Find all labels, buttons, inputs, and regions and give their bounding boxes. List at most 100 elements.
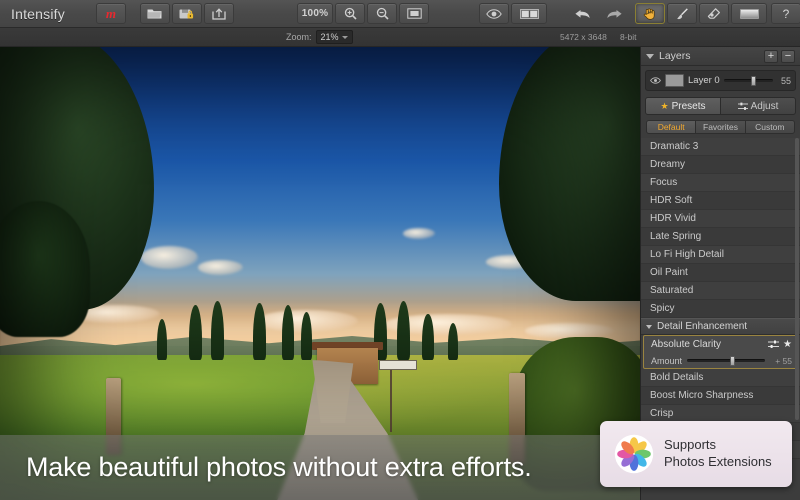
list-item[interactable]: Late Spring: [641, 228, 800, 246]
chevron-down-icon: [341, 35, 348, 39]
cloud: [140, 246, 199, 269]
list-item[interactable]: Dreamy: [641, 156, 800, 174]
tab-presets-label: Presets: [671, 100, 706, 112]
panel-scrollbar[interactable]: [795, 138, 799, 421]
eye-icon[interactable]: [650, 77, 661, 84]
intensify-app-window: Intensify m 100% ? Zoom: 21% 5472 x 3648…: [0, 0, 800, 500]
undo-arrow-icon: [574, 9, 590, 18]
tagline-overlay: Make beautiful photos without extra effo…: [0, 435, 640, 500]
save-image-button[interactable]: [171, 3, 202, 24]
slider-track: [687, 359, 765, 362]
file-actions-group: m: [95, 3, 235, 24]
fit-screen-icon: [406, 8, 422, 19]
section-title: Detail Enhancement: [657, 321, 748, 332]
list-item[interactable]: Bold Details: [641, 369, 800, 387]
folder-open-icon: [147, 9, 162, 18]
eraser-tool-button[interactable]: [699, 3, 729, 24]
section-header-detail-enhancement[interactable]: Detail Enhancement: [641, 318, 800, 335]
cypress-tree: [252, 302, 266, 360]
redo-button[interactable]: [599, 3, 629, 24]
gradient-tool-button[interactable]: [731, 3, 767, 24]
eraser-icon: [707, 7, 720, 19]
sliders-icon[interactable]: [768, 340, 780, 349]
help-group: ?: [770, 3, 800, 24]
fit-to-screen-button[interactable]: [399, 3, 429, 24]
signpost-board: [378, 360, 418, 371]
slider-knob[interactable]: [729, 355, 735, 366]
preset-tab-favorites[interactable]: Favorites: [696, 120, 746, 134]
favorite-star-icon[interactable]: ★: [783, 339, 792, 350]
zoom-out-icon: [376, 7, 389, 20]
bit-depth: 8-bit: [620, 32, 637, 42]
split-view-icon: [519, 8, 539, 19]
layer-thumbnail[interactable]: [665, 74, 684, 87]
photos-extension-banner: Supports Photos Extensions: [600, 421, 792, 487]
banner-line-2: Photos Extensions: [664, 454, 772, 469]
preset-tab-custom[interactable]: Custom: [745, 120, 795, 134]
adjustment-absolute-clarity[interactable]: Absolute Clarity ★ Amount + 55: [643, 335, 798, 369]
brand-logo-button[interactable]: m: [95, 3, 126, 24]
list-item[interactable]: HDR Vivid: [641, 210, 800, 228]
list-item[interactable]: Spicy: [641, 300, 800, 318]
zoom-value-dropdown[interactable]: 21%: [315, 30, 353, 44]
tab-presets[interactable]: ★ Presets: [645, 97, 721, 115]
zoom-control: Zoom: 21%: [286, 30, 353, 44]
slider-knob[interactable]: [750, 75, 756, 86]
zoom-out-button[interactable]: [367, 3, 397, 24]
gradient-icon: [739, 8, 759, 19]
remove-layer-button[interactable]: −: [781, 49, 795, 63]
photo-tuscany-landscape: [0, 47, 640, 500]
add-layer-button[interactable]: +: [764, 49, 778, 63]
image-canvas[interactable]: Make beautiful photos without extra effo…: [0, 47, 640, 500]
share-export-button[interactable]: [203, 3, 234, 24]
list-item[interactable]: Dramatic 3: [641, 138, 800, 156]
history-tools-group: [566, 3, 630, 24]
list-item[interactable]: HDR Soft: [641, 192, 800, 210]
amount-value: + 55: [775, 355, 792, 366]
preset-tab-default[interactable]: Default: [646, 120, 697, 134]
share-export-icon: [212, 7, 226, 20]
eye-icon: [486, 8, 502, 19]
help-icon: ?: [782, 6, 790, 21]
list-item[interactable]: Boost Micro Sharpness: [641, 387, 800, 405]
tab-adjust[interactable]: Adjust: [721, 97, 796, 115]
star-icon: ★: [660, 100, 669, 111]
apple-photos-icon: [614, 434, 654, 474]
open-image-button[interactable]: [139, 3, 170, 24]
mode-tabs: ★ Presets Adjust: [645, 97, 796, 115]
hand-icon: [643, 7, 655, 20]
layer-name: Layer 0: [688, 75, 720, 86]
view-tools-group: [478, 3, 548, 24]
amount-label: Amount: [651, 355, 683, 366]
top-toolbar: Intensify m 100% ?: [0, 0, 800, 28]
layers-panel-header[interactable]: Layers + −: [641, 47, 800, 66]
zoom-100-button[interactable]: 100%: [297, 3, 333, 24]
slider-track: [723, 79, 773, 82]
layer-row[interactable]: Layer 0 55: [645, 70, 796, 91]
save-lock-icon: [179, 9, 194, 18]
list-item[interactable]: Focus: [641, 174, 800, 192]
list-item[interactable]: Lo Fi High Detail: [641, 246, 800, 264]
chevron-down-icon[interactable]: [646, 53, 654, 59]
brush-tool-button[interactable]: [667, 3, 697, 24]
cypress-tree: [422, 314, 434, 360]
redo-arrow-icon: [606, 9, 622, 18]
undo-button[interactable]: [567, 3, 597, 24]
adjustment-label: Absolute Clarity: [651, 339, 722, 350]
zoom-in-icon: [344, 7, 357, 20]
adjustment-slider-row: Amount + 55: [644, 353, 797, 368]
help-button[interactable]: ?: [771, 3, 800, 24]
list-item[interactable]: Saturated: [641, 282, 800, 300]
list-item[interactable]: Oil Paint: [641, 264, 800, 282]
layer-opacity-slider[interactable]: [723, 75, 773, 86]
main-body: Make beautiful photos without extra effo…: [0, 47, 800, 500]
compare-split-button[interactable]: [511, 3, 547, 24]
zoom-value: 21%: [320, 32, 339, 42]
tab-adjust-label: Adjust: [750, 100, 779, 112]
amount-slider[interactable]: [687, 355, 765, 366]
zoom-in-button[interactable]: [335, 3, 365, 24]
cypress-tree: [396, 300, 410, 360]
preview-toggle-button[interactable]: [479, 3, 509, 24]
hand-tool-button[interactable]: [635, 3, 665, 24]
cypress-tree: [188, 305, 202, 360]
